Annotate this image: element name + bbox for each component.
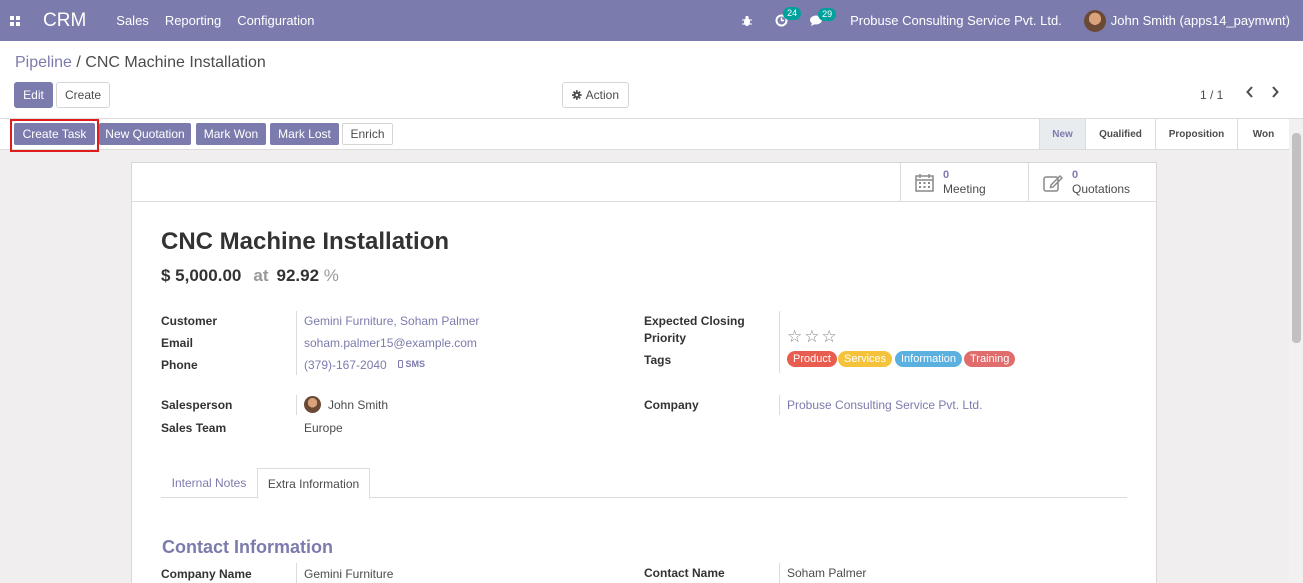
contact-name-field[interactable]: Soham Palmer	[787, 566, 866, 580]
action-label: Action	[585, 88, 619, 102]
tag-information[interactable]: Information	[895, 351, 963, 367]
statusbar: Create Task New Quotation Mark Won Mark …	[0, 119, 1303, 150]
sales-team-label: Sales Team	[161, 421, 227, 435]
email-label: Email	[161, 336, 194, 350]
stage-new[interactable]: New	[1039, 119, 1085, 149]
scrollbar-thumb[interactable]	[1292, 133, 1301, 343]
highlight-frame	[10, 119, 99, 152]
contact-name-label: Contact Name	[644, 566, 725, 580]
tags-label: Tags	[644, 353, 672, 367]
breadcrumb: Pipeline / CNC Machine Installation	[15, 54, 266, 72]
expected-closing-label: Expected Closing	[644, 314, 745, 328]
salesperson-field[interactable]: John Smith	[328, 398, 388, 412]
calendar-icon	[915, 173, 934, 192]
enrich-button[interactable]: Enrich	[342, 123, 393, 145]
phone-field[interactable]: (379)-167-2040	[304, 358, 387, 372]
app-brand[interactable]: CRM	[43, 10, 86, 32]
stage-proposition[interactable]: Proposition	[1155, 119, 1237, 149]
edit-button[interactable]: Edit	[14, 82, 53, 108]
menu-sales[interactable]: Sales	[116, 13, 149, 28]
mark-won-button[interactable]: Mark Won	[196, 123, 266, 145]
stage-pipeline: New Qualified Proposition Won	[1039, 119, 1289, 149]
at-label: at	[253, 266, 269, 285]
sms-label: SMS	[405, 359, 426, 369]
field-divider	[296, 563, 297, 583]
apps-menu-icon[interactable]	[0, 0, 30, 41]
salesperson-avatar	[304, 396, 321, 413]
probability-value[interactable]: 92.92	[276, 266, 319, 285]
meeting-label: Meeting	[943, 182, 986, 196]
breadcrumb-pipeline[interactable]: Pipeline	[15, 54, 72, 71]
priority-star-icon[interactable]: ☆	[804, 327, 821, 346]
field-divider	[296, 311, 297, 375]
company-name-label: Company Name	[161, 567, 252, 581]
meeting-count: 0	[943, 169, 950, 181]
company-label: Company	[644, 398, 699, 412]
tag-training[interactable]: Training	[964, 351, 1016, 367]
expected-revenue-line: $ 5,000.00 at 92.92 %	[161, 266, 339, 286]
tab-extra-information[interactable]: Extra Information	[257, 468, 370, 499]
pager-previous-icon[interactable]	[1243, 85, 1257, 101]
user-avatar[interactable]	[1083, 9, 1106, 32]
mark-lost-button[interactable]: Mark Lost	[270, 123, 339, 145]
smart-button-box: 0 Meeting 0 Quotations	[132, 163, 1156, 202]
mobile-icon	[398, 360, 403, 368]
pager-value[interactable]: 1 / 1	[1200, 88, 1223, 102]
quotations-label: Quotations	[1072, 182, 1131, 196]
meeting-smart-button[interactable]: 0 Meeting	[900, 163, 1028, 201]
field-divider	[296, 395, 297, 415]
user-menu[interactable]: John Smith (apps14_paymwnt)	[1111, 13, 1290, 28]
edit-icon	[1043, 174, 1063, 192]
activity-icon[interactable]: 24	[775, 7, 802, 27]
menu-configuration[interactable]: Configuration	[237, 13, 314, 28]
priority-label: Priority	[644, 331, 687, 345]
menu-reporting[interactable]: Reporting	[165, 13, 221, 28]
contact-information-heading: Contact Information	[162, 537, 333, 557]
action-button[interactable]: Action	[562, 82, 629, 108]
form-sheet: 0 Meeting 0 Quotations CNC Machine Insta…	[131, 162, 1157, 583]
priority-stars[interactable]: ☆☆☆	[787, 327, 839, 347]
messages-badge: 29	[818, 7, 837, 21]
breadcrumb-separator: /	[76, 54, 81, 71]
top-navbar: CRM Sales Reporting Configuration 24 29 …	[0, 0, 1303, 41]
company-field[interactable]: Probuse Consulting Service Pvt. Ltd.	[787, 398, 982, 412]
email-field[interactable]: soham.palmer15@example.com	[304, 336, 477, 350]
field-divider-right	[779, 563, 780, 583]
pager-next-icon[interactable]	[1268, 85, 1282, 101]
activity-badge: 24	[783, 7, 802, 20]
tab-internal-notes[interactable]: Internal Notes	[161, 468, 257, 498]
sms-button[interactable]: SMS	[398, 359, 425, 369]
create-button[interactable]: Create	[56, 82, 110, 108]
priority-star-icon[interactable]: ☆	[822, 327, 839, 346]
priority-star-icon[interactable]: ☆	[787, 327, 804, 346]
company-switcher[interactable]: Probuse Consulting Service Pvt. Ltd.	[850, 13, 1062, 28]
percent-sign: %	[323, 266, 339, 285]
tag-services[interactable]: Services	[838, 351, 893, 367]
stage-won[interactable]: Won	[1237, 119, 1289, 149]
control-panel: Pipeline / CNC Machine Installation Edit…	[0, 41, 1303, 119]
customer-label: Customer	[161, 314, 218, 328]
gear-icon	[572, 90, 582, 100]
company-name-field[interactable]: Gemini Furniture	[304, 567, 393, 581]
opportunity-name[interactable]: CNC Machine Installation	[161, 228, 449, 256]
field-divider-right	[779, 395, 780, 415]
sales-team-field[interactable]: Europe	[304, 421, 343, 435]
messages-icon[interactable]: 29	[810, 7, 837, 27]
new-quotation-button[interactable]: New Quotation	[99, 123, 191, 145]
breadcrumb-current: CNC Machine Installation	[85, 54, 266, 71]
phone-label: Phone	[161, 358, 198, 372]
customer-field[interactable]: Gemini Furniture, Soham Palmer	[304, 314, 479, 328]
stage-qualified[interactable]: Qualified	[1085, 119, 1155, 149]
quotations-smart-button[interactable]: 0 Quotations	[1028, 163, 1156, 201]
notebook-tabs: Internal Notes Extra Information	[161, 468, 1127, 499]
salesperson-label: Salesperson	[161, 398, 233, 412]
debug-icon[interactable]	[741, 15, 753, 27]
field-divider-right	[779, 311, 780, 373]
tag-product[interactable]: Product	[787, 351, 837, 367]
quotations-count: 0	[1072, 169, 1079, 181]
expected-revenue[interactable]: $ 5,000.00	[161, 266, 241, 285]
